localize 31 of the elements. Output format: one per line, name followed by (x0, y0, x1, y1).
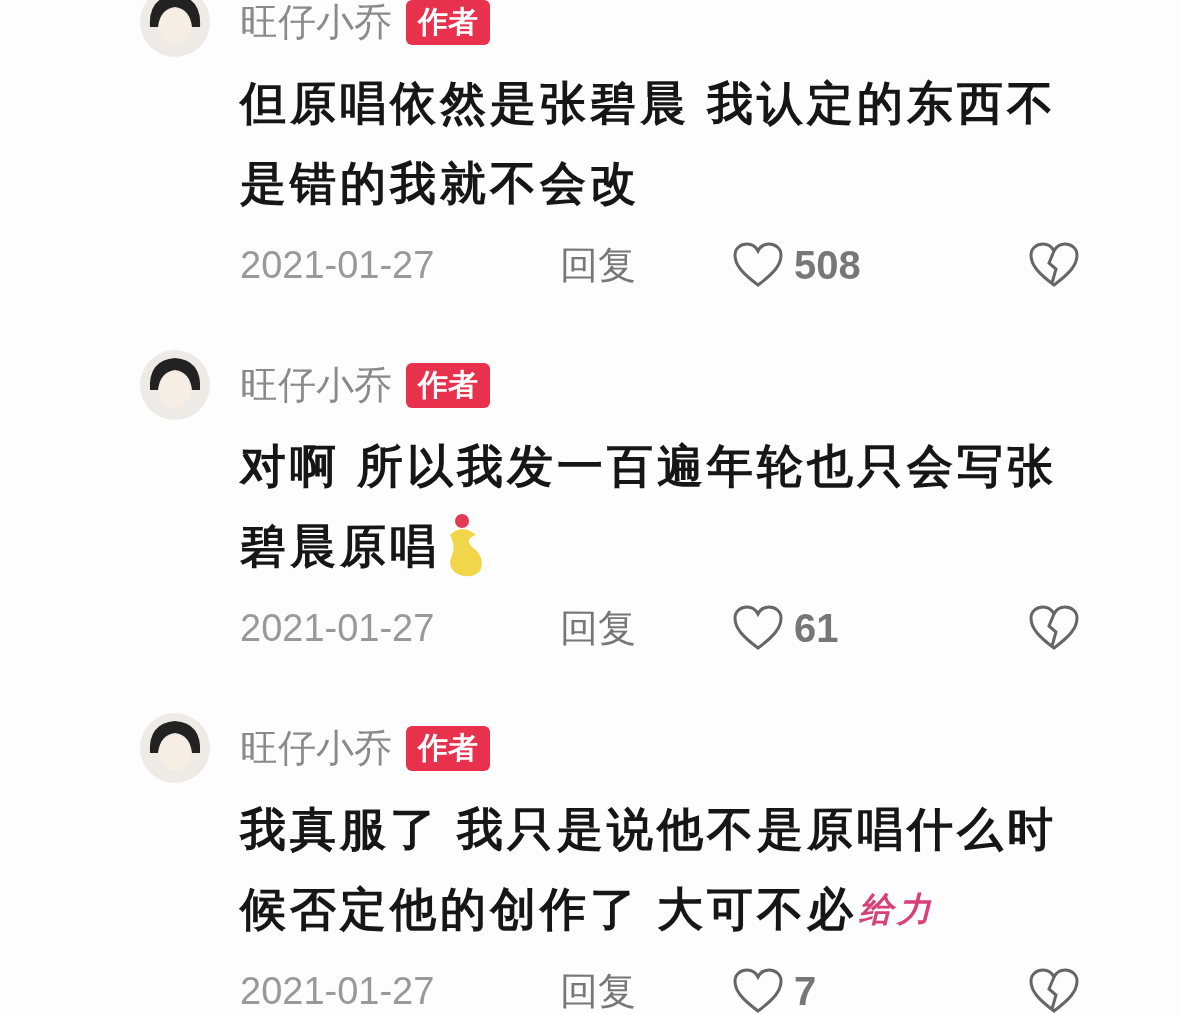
avatar[interactable] (140, 0, 210, 57)
broken-heart-icon[interactable] (1028, 604, 1080, 652)
author-badge: 作者 (406, 725, 490, 771)
heart-icon[interactable] (732, 967, 784, 1014)
comment-date: 2021-01-27 (240, 606, 436, 650)
comment-text-line: 碧晨原唱 (240, 519, 440, 574)
reply-link[interactable]: 回复 (560, 602, 636, 654)
comment-text-line: 是错的我就不会改 (240, 156, 640, 211)
heart-icon[interactable] (732, 604, 784, 652)
comment-date: 2021-01-27 (240, 969, 436, 1013)
comment-date: 2021-01-27 (240, 243, 436, 287)
reply-link[interactable]: 回复 (560, 239, 636, 291)
broken-heart-icon[interactable] (1028, 241, 1080, 289)
author-name[interactable]: 旺仔小乔 (240, 359, 392, 411)
like-count: 508 (794, 242, 861, 288)
heart-icon[interactable] (732, 241, 784, 289)
comment-text-line: 对啊 所以我发一百遍年轮也只会写张 (240, 439, 1057, 494)
comment-text-line: 我真服了 我只是说他不是原唱什么时 (240, 802, 1057, 857)
author-name[interactable]: 旺仔小乔 (240, 0, 392, 48)
sticker-text: 给力 (858, 889, 935, 930)
like-count: 7 (794, 968, 817, 1014)
reply-link[interactable]: 回复 (560, 965, 636, 1014)
avatar[interactable] (140, 713, 210, 783)
author-badge: 作者 (406, 0, 490, 45)
author-name[interactable]: 旺仔小乔 (240, 722, 392, 774)
comment-text-line: 但原唱依然是张碧晨 我认定的东西不 (240, 76, 1057, 131)
like-count: 61 (794, 605, 839, 651)
author-badge: 作者 (406, 362, 490, 408)
comment-text-line: 候否定他的创作了 大可不必 (240, 882, 857, 937)
avatar[interactable] (140, 350, 210, 420)
broken-heart-icon[interactable] (1028, 967, 1080, 1014)
